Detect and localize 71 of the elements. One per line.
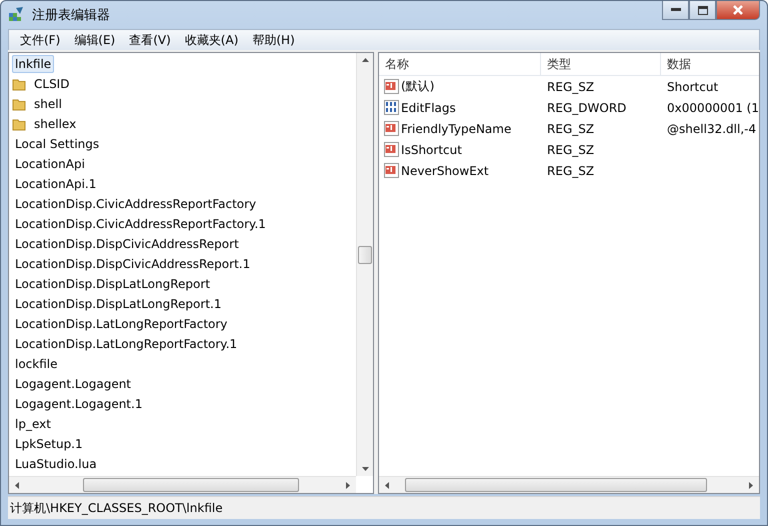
table-cell-text: REG_SZ [546, 80, 596, 94]
status-path: 计算机\HKEY_CLASSES_ROOT\lnkfile [10, 500, 223, 516]
maximize-button[interactable] [689, 1, 716, 20]
scroll-down-icon [362, 467, 369, 471]
scroll-left-icon [385, 482, 390, 488]
table-cell-text: REG_SZ [546, 164, 596, 178]
folder-icon [12, 97, 26, 111]
string-value-icon [384, 121, 400, 136]
string-value-icon [384, 163, 400, 178]
table-cell-text: REG_SZ [546, 142, 596, 156]
scroll-right-icon [346, 482, 350, 488]
column-header[interactable]: 名称 [379, 53, 542, 75]
tree-item[interactable]: LocationDisp.DispLatLongReport [12, 275, 214, 293]
tree-item[interactable]: LocationDisp.DispCivicAddressReport.1 [12, 255, 254, 273]
tree-item[interactable]: LocationDisp.CivicAddressReportFactory [12, 195, 260, 213]
scroll-thumb[interactable] [83, 478, 299, 492]
value-name[interactable]: (默认) [401, 78, 434, 95]
menu-item[interactable]: 文件(F) [13, 30, 68, 50]
value-name[interactable]: IsShortcut [401, 142, 462, 156]
column-header[interactable]: 数据 [661, 53, 759, 75]
tree-item[interactable]: Logagent.Logagent [12, 375, 134, 393]
tree-item[interactable]: LuaStudio.lua [12, 455, 100, 473]
tree-item[interactable]: LocationDisp.DispCivicAddressReport [12, 235, 242, 253]
minimize-icon [670, 8, 680, 12]
window-title: 注册表编辑器 [32, 7, 110, 24]
value-name[interactable]: EditFlags [401, 100, 456, 114]
menu-item[interactable]: 帮助(H) [245, 30, 302, 50]
table-cell-text: REG_SZ [546, 122, 596, 136]
close-icon [732, 5, 744, 15]
tree-item[interactable]: LocationDisp.DispLatLongReport.1 [12, 295, 224, 313]
tree-item[interactable]: lockfile [12, 355, 60, 373]
tree-item[interactable]: CLSID [31, 75, 72, 93]
tree-item[interactable]: lp_ext [12, 415, 54, 433]
scroll-right-icon [749, 482, 753, 488]
tree-item[interactable]: Local Settings [12, 135, 102, 153]
string-value-icon [384, 79, 400, 94]
tree-item[interactable]: lnkfile [12, 55, 54, 73]
folder-icon [12, 77, 26, 91]
table-cell-text: Shortcut [666, 80, 720, 94]
scroll-up-icon [362, 58, 369, 62]
tree-item[interactable]: LocationApi.1 [12, 175, 100, 193]
table-cell-text: @shell32.dll,-4 [666, 122, 758, 136]
table-cell-text: REG_DWORD [546, 100, 628, 114]
scroll-thumb[interactable] [405, 478, 708, 492]
close-button[interactable] [716, 1, 760, 20]
menu-item[interactable]: 收藏夹(A) [178, 30, 246, 50]
maximize-icon [698, 6, 708, 14]
tree-item[interactable]: Logagent.Logagent.1 [12, 395, 146, 413]
scroll-left-icon [15, 482, 19, 488]
tree-item[interactable]: LocationDisp.LatLongReportFactory.1 [12, 335, 240, 353]
tree-item[interactable]: LocationDisp.CivicAddressReportFactory.1 [12, 215, 269, 233]
menu-item[interactable]: 查看(V) [122, 30, 178, 50]
tree-item[interactable]: shell [31, 95, 65, 113]
tree-item[interactable]: shellex [31, 115, 80, 133]
horizontal-scrollbar[interactable] [9, 476, 356, 493]
binary-value-icon [384, 100, 400, 115]
tree-item[interactable]: LpkSetup.1 [12, 435, 86, 453]
vertical-scrollbar[interactable] [356, 53, 374, 476]
menu-item[interactable]: 编辑(E) [67, 30, 122, 50]
value-name[interactable]: FriendlyTypeName [401, 122, 512, 136]
horizontal-scrollbar[interactable] [379, 476, 759, 493]
folder-icon [12, 117, 26, 131]
column-header[interactable]: 类型 [541, 53, 662, 75]
registry-icon [8, 6, 26, 24]
tree-item[interactable]: LocationDisp.LatLongReportFactory [12, 315, 230, 333]
string-value-icon [384, 142, 400, 157]
table-cell-text: 0x00000001 (1 [666, 100, 759, 114]
scroll-thumb[interactable] [358, 246, 372, 264]
minimize-button[interactable] [662, 1, 689, 20]
tree-item[interactable]: LocationApi [12, 155, 88, 173]
value-name[interactable]: NeverShowExt [401, 164, 489, 178]
